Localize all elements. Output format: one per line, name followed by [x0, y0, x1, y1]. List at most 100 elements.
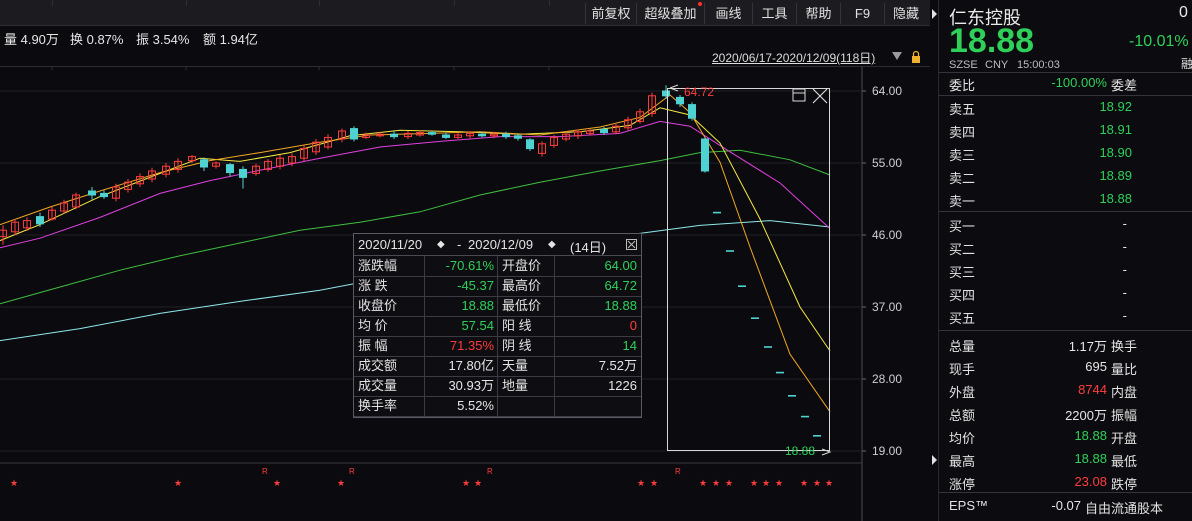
detail-value: 1.17万	[1068, 339, 1107, 354]
popup-cell-k2: 地量	[502, 378, 529, 393]
sell-price: 18.92	[1099, 99, 1132, 114]
buy-row[interactable]: 买五 -	[939, 305, 1192, 328]
event-star-icon: ★	[273, 479, 281, 489]
detail-label: 均价	[949, 431, 976, 446]
grid-tick	[319, 0, 320, 6]
popup-cell-v1: 18.88	[461, 298, 494, 313]
sell-row[interactable]: 卖二 18.89	[939, 165, 1192, 188]
f9-button[interactable]: F9	[840, 3, 884, 24]
buy-row[interactable]: 买一 -	[939, 213, 1192, 236]
event-star-icon: ★	[462, 479, 470, 489]
event-r-marker: R	[262, 467, 268, 476]
sell-row[interactable]: 卖一 18.88	[939, 188, 1192, 211]
event-star-icon: ★	[725, 479, 733, 489]
event-star-icon: ★	[800, 479, 808, 489]
quote-time: 15:00:03	[1017, 59, 1060, 71]
popup-dash: -	[457, 237, 462, 252]
tools-button[interactable]: 工具	[752, 3, 796, 24]
change-percent: -10.01%	[1129, 33, 1189, 50]
candle-down	[701, 138, 709, 172]
event-star-icon: ★	[650, 479, 658, 489]
close-icon[interactable]	[626, 239, 637, 250]
buy-level-label: 买一	[949, 219, 976, 234]
popup-cell-v2: 14	[622, 338, 637, 353]
buy-price: -	[1122, 285, 1127, 300]
date-range-label[interactable]: 2020/06/17-2020/12/09(118日)	[712, 49, 875, 66]
popup-col-divider	[554, 256, 555, 416]
eps-label: EPS™	[949, 498, 989, 513]
sell-row[interactable]: 卖四 18.91	[939, 119, 1192, 142]
projection-markers	[713, 211, 821, 437]
expand-arrow-icon[interactable]	[932, 455, 937, 465]
high-price-label: 64.72	[684, 85, 714, 99]
candle-down	[662, 90, 670, 97]
quote-panel: 仁东控股 0 18.88 -10.01% SZSE CNY 15:00:03 融…	[938, 0, 1192, 521]
weibi-label: 委比	[949, 78, 976, 93]
range-dropdown-icon[interactable]	[892, 52, 902, 60]
stat-amount: 额 1.94亿	[203, 32, 258, 47]
event-star-icon: ★	[775, 479, 783, 489]
buy-level-label: 买四	[949, 288, 976, 303]
candle-down	[688, 104, 696, 119]
panel-collapse-arrows	[932, 9, 937, 465]
event-star-icon: ★	[337, 479, 345, 489]
detail-label-2: 换手	[1111, 339, 1138, 354]
sell-price: 18.90	[1099, 145, 1132, 160]
event-star-icon: ★	[813, 479, 821, 489]
detail-label-2: 跌停	[1111, 477, 1138, 492]
event-r-marker: R	[675, 467, 681, 476]
y-tick-label: 19.00	[872, 444, 902, 458]
buy-row[interactable]: 买二 -	[939, 236, 1192, 259]
popup-cell-v2: 7.52万	[598, 358, 637, 373]
detail-row: 外盘 8744 内盘	[939, 379, 1192, 402]
y-tick-label: 28.00	[872, 372, 902, 386]
grid-tick	[52, 0, 53, 6]
popup-cell-k1: 均 价	[358, 318, 388, 333]
detail-label: 现手	[949, 362, 976, 377]
event-markers: ★ ★ ★ ★ ★ ★ ★ ★ ★ ★ ★ ★ ★ ★ ★ ★ ★ R R R R	[10, 467, 833, 489]
detail-row: 均价 18.88 开盘	[939, 425, 1192, 448]
popup-cell-k1: 收盘价	[358, 298, 398, 313]
detail-row: 现手 695 量比	[939, 356, 1192, 379]
low-price-label: 18.88	[785, 444, 815, 458]
draw-line-button[interactable]: 画线	[704, 3, 752, 24]
super-overlay-button[interactable]: 超级叠加	[636, 3, 704, 24]
separator	[939, 211, 1192, 212]
buy-price: -	[1122, 216, 1127, 231]
candle-down	[36, 216, 44, 225]
event-star-icon: ★	[474, 479, 482, 489]
last-price: 18.88	[949, 22, 1035, 60]
grid-tick	[454, 0, 455, 6]
selection-box[interactable]: 64.72 18.88	[667, 84, 832, 458]
start-step-icon[interactable]: ◆	[437, 239, 445, 250]
popup-cell-k2: 最高价	[502, 278, 542, 293]
end-step-icon[interactable]: ◆	[548, 239, 556, 250]
detail-value: 8744	[1078, 382, 1107, 397]
chart-toolbar: 前复权 超级叠加 画线 工具 帮助 F9 隐藏	[0, 0, 930, 26]
event-r-marker: R	[487, 467, 493, 476]
detail-label: 总量	[949, 339, 976, 354]
sell-row[interactable]: 卖五 18.92	[939, 96, 1192, 119]
buy-level-label: 买三	[949, 265, 976, 280]
candle-down	[239, 168, 247, 178]
popup-cell-k1: 换手率	[358, 398, 398, 413]
buy-row[interactable]: 买四 -	[939, 282, 1192, 305]
buy-level-label: 买五	[949, 311, 976, 326]
sell-row[interactable]: 卖三 18.90	[939, 142, 1192, 165]
free-float-label: 自由流通股本	[1085, 501, 1164, 516]
candle-down	[514, 135, 522, 139]
lock-icon[interactable]	[912, 56, 920, 63]
fuquan-button[interactable]: 前复权	[585, 3, 636, 24]
detail-value: 18.88	[1074, 428, 1107, 443]
candle-down	[526, 139, 534, 150]
collapse-arrow-icon[interactable]	[932, 9, 937, 19]
buy-row[interactable]: 买三 -	[939, 259, 1192, 282]
candle-down	[478, 133, 486, 137]
event-star-icon: ★	[174, 479, 182, 489]
popup-cell-v1: 30.93万	[448, 378, 494, 393]
hide-button[interactable]: 隐藏	[884, 3, 930, 24]
candle-down	[200, 159, 208, 168]
low-arrow-icon	[821, 448, 832, 456]
stats-bar: 量 4.90万 换 0.87% 振 3.54% 额 1.94亿	[0, 26, 930, 47]
help-button[interactable]: 帮助	[796, 3, 840, 24]
